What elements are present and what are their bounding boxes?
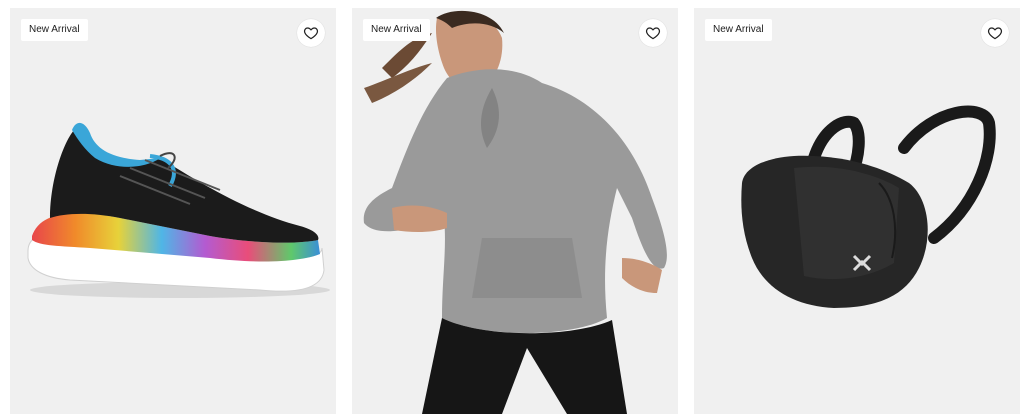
hoodie-model-image[interactable] [352, 8, 678, 414]
product-card[interactable]: New Arrival [10, 8, 336, 414]
heart-icon [645, 27, 661, 40]
heart-icon [987, 27, 1003, 40]
basketball-shoe-image[interactable] [10, 8, 336, 414]
heart-icon [303, 27, 319, 40]
favorite-button[interactable] [981, 19, 1009, 47]
new-arrival-badge: New Arrival [363, 19, 430, 41]
product-card[interactable]: New Arrival [694, 8, 1020, 414]
product-card[interactable]: New Arrival [352, 8, 678, 414]
favorite-button[interactable] [297, 19, 325, 47]
new-arrival-badge: New Arrival [705, 19, 772, 41]
sports-mask-image[interactable] [694, 8, 1020, 414]
new-arrival-badge: New Arrival [21, 19, 88, 41]
favorite-button[interactable] [639, 19, 667, 47]
